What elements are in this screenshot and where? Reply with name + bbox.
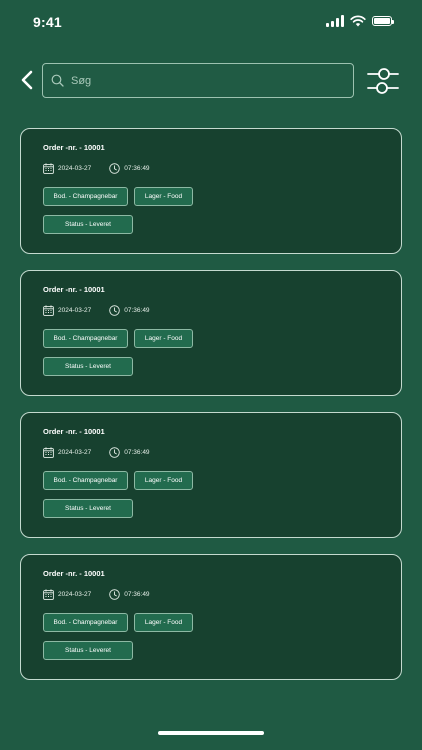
calendar-icon (43, 447, 54, 458)
home-indicator (158, 731, 264, 735)
filter-button[interactable] (366, 65, 400, 97)
bod-chip[interactable]: Bod. - Champagnebar (43, 471, 128, 490)
clock-icon (109, 589, 121, 600)
order-date: 2024-03-27 (43, 305, 91, 316)
sliders-icon (367, 68, 399, 94)
status-icons (326, 15, 394, 27)
order-card[interactable]: Order -nr. - 10001 2024-03-27 07:36:49 B… (20, 412, 402, 538)
status-bar: 9:41 (0, 0, 422, 44)
search-icon (51, 74, 65, 88)
order-card[interactable]: Order -nr. - 10001 2024-03-27 07:36:49 B… (20, 128, 402, 254)
status-chip[interactable]: Status - Leveret (43, 641, 133, 660)
chevron-left-icon (21, 70, 33, 90)
order-card[interactable]: Order -nr. - 10001 2024-03-27 07:36:49 B… (20, 554, 402, 680)
status-chip[interactable]: Status - Leveret (43, 499, 133, 518)
bod-chip[interactable]: Bod. - Champagnebar (43, 329, 128, 348)
clock-icon (109, 305, 121, 316)
calendar-icon (43, 589, 54, 600)
order-time-text: 07:36:49 (124, 307, 150, 314)
status-time: 9:41 (33, 14, 62, 30)
calendar-icon (43, 305, 54, 316)
bod-chip[interactable]: Bod. - Champagnebar (43, 187, 128, 206)
order-meta: 2024-03-27 07:36:49 (43, 163, 150, 174)
battery-icon (372, 16, 394, 26)
lager-chip[interactable]: Lager - Food (134, 613, 193, 632)
order-meta: 2024-03-27 07:36:49 (43, 589, 150, 600)
order-title: Order -nr. - 10001 (43, 427, 105, 436)
order-meta: 2024-03-27 07:36:49 (43, 305, 150, 316)
calendar-icon (43, 163, 54, 174)
back-button[interactable] (16, 68, 38, 92)
order-title: Order -nr. - 10001 (43, 569, 105, 578)
lager-chip[interactable]: Lager - Food (134, 329, 193, 348)
order-date: 2024-03-27 (43, 589, 91, 600)
lager-chip[interactable]: Lager - Food (134, 187, 193, 206)
cellular-signal-icon (326, 15, 344, 27)
status-chip[interactable]: Status - Leveret (43, 357, 133, 376)
clock-icon (109, 163, 121, 174)
order-time-text: 07:36:49 (124, 165, 150, 172)
order-title: Order -nr. - 10001 (43, 143, 105, 152)
lager-chip[interactable]: Lager - Food (134, 471, 193, 490)
order-time-text: 07:36:49 (124, 591, 150, 598)
order-date: 2024-03-27 (43, 447, 91, 458)
order-date-text: 2024-03-27 (58, 307, 92, 314)
bod-chip[interactable]: Bod. - Champagnebar (43, 613, 128, 632)
order-time: 07:36:49 (109, 163, 150, 174)
order-date-text: 2024-03-27 (58, 591, 92, 598)
order-meta: 2024-03-27 07:36:49 (43, 447, 150, 458)
clock-icon (109, 447, 121, 458)
order-card[interactable]: Order -nr. - 10001 2024-03-27 07:36:49 B… (20, 270, 402, 396)
order-time: 07:36:49 (109, 589, 150, 600)
order-list: Order -nr. - 10001 2024-03-27 07:36:49 B… (20, 128, 402, 696)
order-time: 07:36:49 (109, 447, 150, 458)
order-time-text: 07:36:49 (124, 449, 150, 456)
order-date: 2024-03-27 (43, 163, 91, 174)
order-date-text: 2024-03-27 (58, 165, 92, 172)
wifi-icon (350, 15, 366, 27)
search-input[interactable] (69, 73, 333, 88)
order-time: 07:36:49 (109, 305, 150, 316)
order-date-text: 2024-03-27 (58, 449, 92, 456)
order-title: Order -nr. - 10001 (43, 285, 105, 294)
status-chip[interactable]: Status - Leveret (43, 215, 133, 234)
search-box[interactable] (42, 63, 354, 98)
